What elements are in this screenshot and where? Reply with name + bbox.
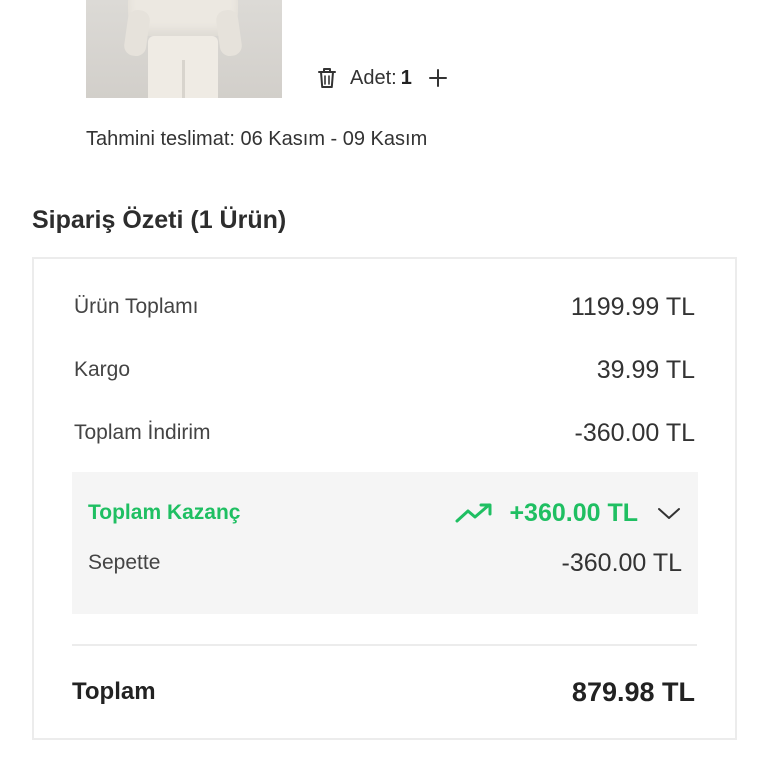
quantity-label: Adet: <box>350 66 397 89</box>
divider <box>72 644 697 646</box>
quantity-value: 1 <box>400 66 412 89</box>
savings-title: Toplam Kazanç <box>88 501 241 524</box>
shipping-label: Kargo <box>74 358 131 381</box>
order-summary-title: Sipariş Özeti (1 Ürün) <box>32 206 287 234</box>
plus-icon[interactable] <box>428 68 448 88</box>
product-total-label: Ürün Toplamı <box>74 295 199 318</box>
discount-value: -360.00 TL <box>574 418 695 447</box>
summary-row-discount: Toplam İndirim -360.00 TL <box>74 418 695 448</box>
trash-icon[interactable] <box>316 66 338 90</box>
product-arm-right-shape <box>214 8 244 58</box>
savings-panel: Toplam Kazanç +360.00 TL Sepette -360.00… <box>72 472 698 614</box>
savings-amount-group: +360.00 TL <box>455 499 682 528</box>
savings-header[interactable]: Toplam Kazanç +360.00 TL <box>88 497 682 529</box>
quantity-control: Adet: 1 <box>316 64 448 92</box>
summary-row-product-total: Ürün Toplamı 1199.99 TL <box>74 292 695 322</box>
summary-row-shipping: Kargo 39.99 TL <box>74 355 695 385</box>
cart-discount-value: -360.00 TL <box>561 548 682 577</box>
savings-amount: +360.00 TL <box>509 498 638 527</box>
total-label: Toplam <box>72 678 156 705</box>
trend-up-icon <box>455 503 492 523</box>
estimated-delivery: Tahmini teslimat: 06 Kasım - 09 Kasım <box>86 128 428 150</box>
product-total-value: 1199.99 TL <box>570 292 695 321</box>
product-image[interactable] <box>86 0 282 98</box>
chevron-down-icon[interactable] <box>656 505 682 521</box>
product-leg-gap-shape <box>182 60 185 98</box>
order-summary-card: Ürün Toplamı 1199.99 TL Kargo 39.99 TL T… <box>32 257 737 740</box>
summary-total-row: Toplam 879.98 TL <box>72 674 695 710</box>
shipping-value: 39.99 TL <box>596 355 695 384</box>
total-value: 879.98 TL <box>571 676 695 707</box>
cart-discount-label: Sepette <box>88 551 161 574</box>
savings-cart-row: Sepette -360.00 TL <box>88 547 682 579</box>
discount-label: Toplam İndirim <box>74 421 211 444</box>
